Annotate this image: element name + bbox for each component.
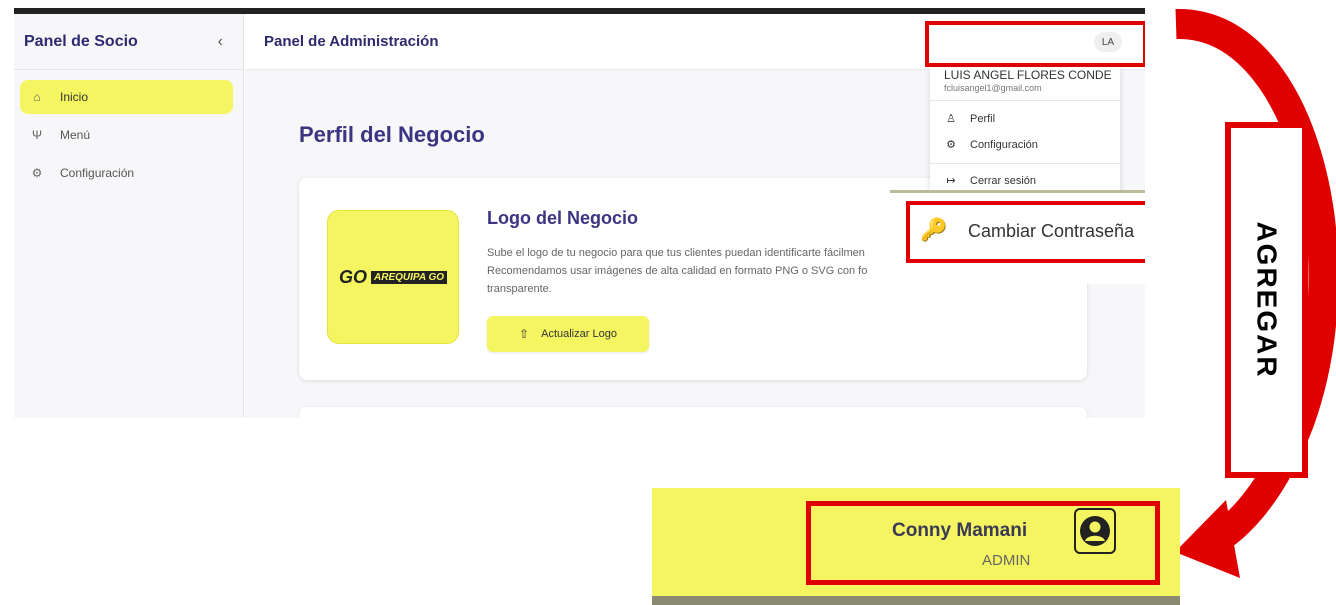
menu-item-configuracion[interactable]: ⚙ Configuración	[944, 138, 1038, 152]
logo-text: AREQUIPA GO	[371, 270, 448, 284]
update-logo-label: Actualizar Logo	[541, 328, 617, 340]
update-logo-button[interactable]: ⇧ Actualizar Logo	[487, 316, 649, 352]
user-circle-icon[interactable]	[1074, 508, 1116, 554]
menu-item-cerrar-sesion[interactable]: ↦ Cerrar sesión	[944, 174, 1037, 188]
sidebar: Panel de Socio ‹ ⌂ Inicio Ψ Menú ⚙ Confi…	[14, 14, 244, 418]
sidebar-item-menu[interactable]: Ψ Menú	[20, 118, 233, 152]
user-icon: ♙	[946, 113, 956, 125]
card-description: Sube el logo de tu negocio para que tus …	[487, 247, 868, 295]
user-circle-glyph	[1080, 516, 1110, 546]
gear-icon: ⚙	[31, 166, 43, 180]
add-annotation-text: AGREGAR	[1251, 221, 1283, 379]
logout-icon: ↦	[946, 175, 956, 187]
bottom-strip	[652, 596, 1180, 605]
badge-user-role: ADMIN	[982, 552, 1031, 569]
add-annotation-box: AGREGAR	[1225, 122, 1308, 478]
user-email: fcluisangel1@gmail.com	[944, 83, 1042, 93]
sidebar-item-configuracion[interactable]: ⚙ Configuración	[20, 156, 233, 190]
change-password-item[interactable]: Cambiar Contraseña	[968, 221, 1134, 242]
page-title: Perfil del Negocio	[299, 122, 485, 147]
canvas: Panel de Socio ‹ ⌂ Inicio Ψ Menú ⚙ Confi…	[0, 0, 1336, 605]
menu-item-label: Configuración	[970, 138, 1038, 151]
utensils-icon: Ψ	[31, 128, 43, 142]
page-header-title: Panel de Administración	[264, 33, 439, 50]
admin-screenshot: Panel de Socio ‹ ⌂ Inicio Ψ Menú ⚙ Confi…	[0, 0, 1145, 418]
menu-item-label: Perfil	[970, 112, 996, 125]
badge-user-name: Conny Mamani	[892, 520, 1028, 541]
divider	[930, 100, 1120, 101]
business-logo: GO AREQUIPA GO	[327, 210, 459, 344]
sidebar-title: Panel de Socio	[24, 32, 138, 50]
upload-icon: ⇧	[519, 327, 530, 341]
user-name: LUIS ANGEL FLORES CONDE	[944, 68, 1112, 82]
menu-item-label: Cerrar sesión	[970, 174, 1037, 187]
divider	[930, 163, 1120, 164]
sidebar-item-label: Inicio	[60, 90, 89, 104]
change-password-snippet: 🔑 Cambiar Contraseña	[890, 190, 1145, 284]
gear-icon: ⚙	[946, 139, 956, 151]
collapse-sidebar-icon[interactable]: ‹	[218, 33, 223, 51]
sidebar-item-inicio[interactable]: ⌂ Inicio	[20, 80, 233, 114]
sidebar-item-label: Configuración	[60, 166, 135, 180]
card-title: Logo del Negocio	[487, 208, 638, 228]
sidebar-item-label: Menú	[60, 128, 91, 142]
key-icon: 🔑	[920, 217, 948, 242]
user-dropdown-menu: LUIS ANGEL FLORES CONDE fcluisangel1@gma…	[930, 66, 1120, 196]
sidebar-header: Panel de Socio ‹	[14, 14, 243, 70]
menu-item-perfil[interactable]: ♙ Perfil	[944, 112, 996, 126]
sidebar-nav: ⌂ Inicio Ψ Menú ⚙ Configuración	[14, 70, 243, 190]
home-icon: ⌂	[33, 90, 41, 104]
logo-mark: GO	[338, 266, 367, 287]
user-badge-snippet: Conny Mamani ADMIN	[652, 488, 1180, 605]
highlight-box-avatar	[925, 21, 1145, 67]
second-card	[299, 407, 1087, 418]
